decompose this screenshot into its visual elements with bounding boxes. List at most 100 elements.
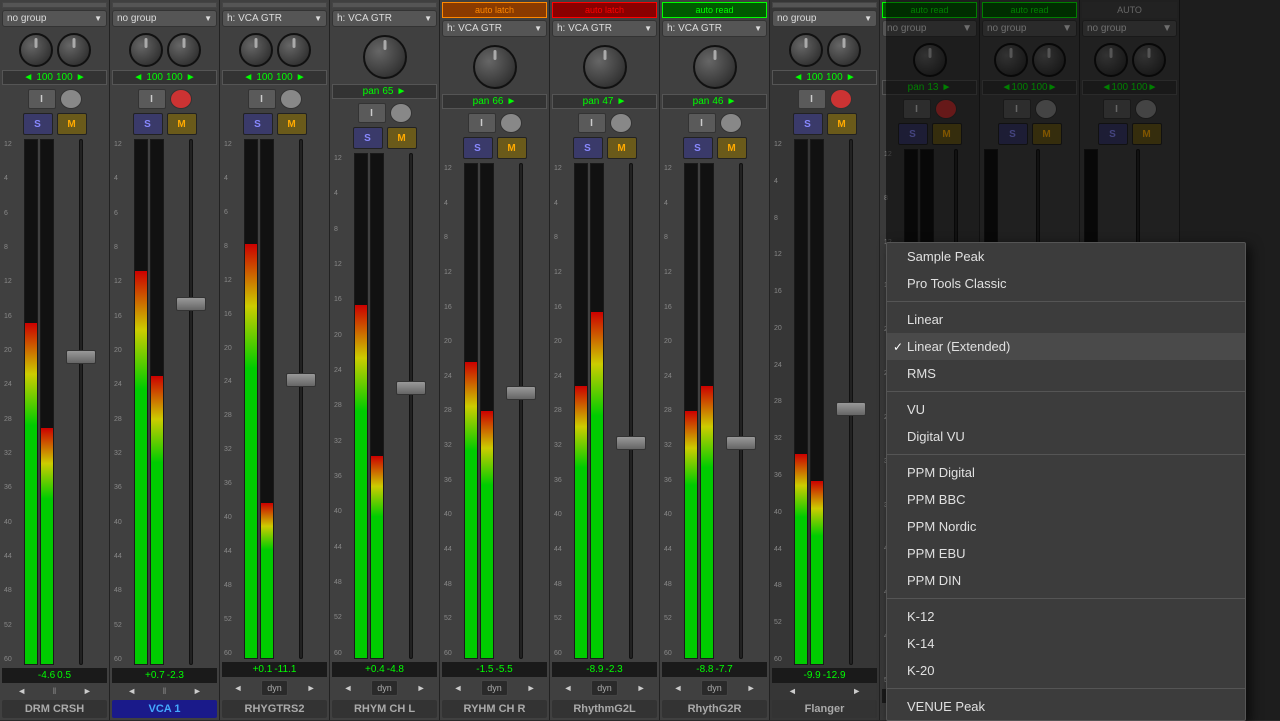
group-rhythmg2l[interactable]: h: VCA GTR ▼: [552, 20, 657, 37]
fader-handle-flanger[interactable]: [836, 402, 866, 416]
auto-mode-drm[interactable]: [2, 2, 107, 8]
knob-l-flanger[interactable]: [789, 33, 823, 67]
knob-rhythg2r[interactable]: [693, 45, 737, 89]
auto-mode-rhythg2r[interactable]: auto read: [662, 2, 767, 18]
fader-rhymchl[interactable]: [386, 153, 435, 659]
solo-btn-rhymchl[interactable]: S: [353, 127, 383, 149]
fader-handle-ryhmchr[interactable]: [506, 386, 536, 400]
auto-mode-rhythmg2l[interactable]: auto latch: [552, 2, 657, 18]
channel-name-ryhmchr[interactable]: RYHM CH R: [442, 700, 547, 718]
channel-name-rhythmg2l[interactable]: RhythmG2L: [552, 700, 657, 718]
solo-btn-rhythg2r[interactable]: S: [683, 137, 713, 159]
mute-btn-rhymchl[interactable]: M: [387, 127, 417, 149]
solo-btn-vca1[interactable]: S: [133, 113, 163, 135]
rec-btn-rhythg2r[interactable]: [720, 113, 742, 133]
solo-btn-rhythmg2l[interactable]: S: [573, 137, 603, 159]
mute-btn-rhygtrs2[interactable]: M: [277, 113, 307, 135]
dyn-btn-rhygtrs2[interactable]: dyn: [261, 680, 288, 696]
solo-btn-flanger[interactable]: S: [793, 113, 823, 135]
fader-flanger[interactable]: [826, 139, 875, 665]
fader-handle-rhygtrs2[interactable]: [286, 373, 316, 387]
auto-mode-ryhmchr[interactable]: auto latch: [442, 2, 547, 18]
fader-handle-rhymchl[interactable]: [396, 381, 426, 395]
insert-btn-vca1[interactable]: I: [138, 89, 166, 109]
dyn-btn-rhythmg2l[interactable]: dyn: [591, 680, 618, 696]
menu-item-k14[interactable]: K-14: [887, 630, 1245, 657]
rec-btn-rhythmg2l[interactable]: [610, 113, 632, 133]
knob-l-rhygtrs2[interactable]: [239, 33, 273, 67]
auto-mode-flanger[interactable]: [772, 2, 877, 8]
menu-item-venue-peak[interactable]: VENUE Peak: [887, 693, 1245, 720]
channel-name-drm[interactable]: DRM CRSH: [2, 700, 107, 718]
insert-btn-drm[interactable]: I: [28, 89, 56, 109]
knob-l-vca1[interactable]: [129, 33, 163, 67]
arrow-r-drm[interactable]: ►: [83, 686, 92, 696]
fader-handle-rhythmg2l[interactable]: [616, 436, 646, 450]
knob-r-rhygtrs2[interactable]: [277, 33, 311, 67]
mute-btn-flanger[interactable]: M: [827, 113, 857, 135]
menu-item-ppm-din[interactable]: PPM DIN: [887, 567, 1245, 594]
knob-ryhmchr[interactable]: [473, 45, 517, 89]
menu-item-digital-vu[interactable]: Digital VU: [887, 423, 1245, 450]
menu-item-k20[interactable]: K-20: [887, 657, 1245, 684]
group-ryhmchr[interactable]: h: VCA GTR ▼: [442, 20, 547, 37]
menu-item-ppm-digital[interactable]: PPM Digital: [887, 459, 1245, 486]
menu-item-ppm-bbc[interactable]: PPM BBC: [887, 486, 1245, 513]
dyn-btn-rhythg2r[interactable]: dyn: [701, 680, 728, 696]
fader-handle-vca1[interactable]: [176, 297, 206, 311]
fader-drm[interactable]: [56, 139, 105, 665]
menu-item-linear-ext[interactable]: ✓ Linear (Extended): [887, 333, 1245, 360]
dyn-btn-ryhmchr[interactable]: dyn: [481, 680, 508, 696]
knob-r-vca1[interactable]: [167, 33, 201, 67]
mute-btn-rhythmg2l[interactable]: M: [607, 137, 637, 159]
rec-btn-ryhmchr[interactable]: [500, 113, 522, 133]
fader-rhygtrs2[interactable]: [276, 139, 325, 659]
insert-btn-rhythmg2l[interactable]: I: [578, 113, 606, 133]
solo-btn-drm[interactable]: S: [23, 113, 53, 135]
knob-rhymchl[interactable]: [363, 35, 407, 79]
group-rhygtrs2[interactable]: h: VCA GTR ▼: [222, 10, 327, 27]
rec-btn-rhygtrs2[interactable]: [280, 89, 302, 109]
fader-rhythmg2l[interactable]: [606, 163, 655, 659]
channel-name-rhygtrs2[interactable]: RHYGTRS2: [222, 700, 327, 718]
solo-btn-rhygtrs2[interactable]: S: [243, 113, 273, 135]
auto-mode-rhymchl[interactable]: [332, 2, 437, 8]
menu-item-k12[interactable]: K-12: [887, 603, 1245, 630]
menu-item-pro-tools[interactable]: Pro Tools Classic: [887, 270, 1245, 297]
menu-item-ppm-ebu[interactable]: PPM EBU: [887, 540, 1245, 567]
rec-btn-rhymchl[interactable]: [390, 103, 412, 123]
insert-btn-rhythg2r[interactable]: I: [688, 113, 716, 133]
dyn-btn-rhymchl[interactable]: dyn: [371, 680, 398, 696]
auto-mode-vca1[interactable]: [112, 2, 217, 8]
mute-btn-drm[interactable]: M: [57, 113, 87, 135]
mute-btn-rhythg2r[interactable]: M: [717, 137, 747, 159]
rec-btn-flanger[interactable]: [830, 89, 852, 109]
menu-item-sample-peak[interactable]: Sample Peak: [887, 243, 1245, 270]
channel-name-vca1[interactable]: VCA 1: [112, 700, 217, 718]
insert-btn-ryhmchr[interactable]: I: [468, 113, 496, 133]
arrow-l-drm[interactable]: ◄: [17, 686, 26, 696]
menu-item-linear[interactable]: Linear: [887, 306, 1245, 333]
menu-item-ppm-nordic[interactable]: PPM Nordic: [887, 513, 1245, 540]
insert-btn-rhygtrs2[interactable]: I: [248, 89, 276, 109]
group-rhymchl[interactable]: h: VCA GTR ▼: [332, 10, 437, 27]
group-rhythg2r[interactable]: h: VCA GTR ▼: [662, 20, 767, 37]
insert-btn-rhymchl[interactable]: I: [358, 103, 386, 123]
menu-item-rms[interactable]: RMS: [887, 360, 1245, 387]
fader-handle-rhythg2r[interactable]: [726, 436, 756, 450]
group-flanger[interactable]: no group ▼: [772, 10, 877, 27]
knob-l-drm[interactable]: [19, 33, 53, 67]
channel-name-rhythg2r[interactable]: RhythG2R: [662, 700, 767, 718]
mute-btn-ryhmchr[interactable]: M: [497, 137, 527, 159]
group-vca1[interactable]: no group ▼: [112, 10, 217, 27]
knob-r-flanger[interactable]: [827, 33, 861, 67]
channel-name-flanger[interactable]: Flanger: [772, 700, 877, 718]
rec-btn-drm[interactable]: [60, 89, 82, 109]
auto-mode-rhygtrs2[interactable]: [222, 2, 327, 8]
menu-item-vu[interactable]: VU: [887, 396, 1245, 423]
insert-btn-flanger[interactable]: I: [798, 89, 826, 109]
mute-btn-vca1[interactable]: M: [167, 113, 197, 135]
fader-rhythg2r[interactable]: [716, 163, 765, 659]
knob-r-drm[interactable]: [57, 33, 91, 67]
fader-vca1[interactable]: [166, 139, 215, 665]
